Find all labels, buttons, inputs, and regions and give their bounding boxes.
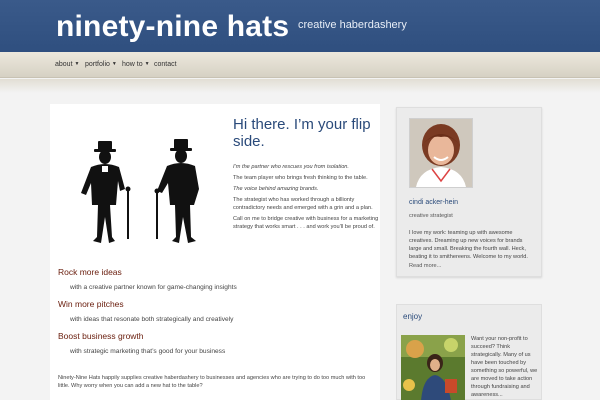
section-text-rock: with a creative partner known for game-c… — [70, 284, 237, 291]
intro-line: I’m the partner who rescues you from iso… — [233, 164, 349, 170]
intro-line: The strategist who has worked through a … — [233, 197, 373, 211]
section-text-win: with ideas that resonate both strategica… — [70, 316, 234, 323]
chevron-down-icon: ▼ — [111, 61, 117, 67]
intro-line: The voice behind amazing brands. — [233, 186, 319, 192]
section-heading-rock: Rock more ideas — [58, 267, 122, 277]
profile-widget: cindi acker-hein creative strategist I l… — [396, 107, 542, 277]
site-header: ninety-nine hats creative haberdashery — [0, 0, 600, 52]
intro-line: Call on me to bridge creative with busin… — [233, 216, 379, 230]
avatar — [409, 118, 473, 188]
profile-bio: I love my work: teaming up with awesome … — [409, 230, 528, 260]
nav-item-contact[interactable]: contact — [154, 61, 177, 68]
site-title[interactable]: ninety-nine hats — [56, 10, 289, 44]
intro-text: I’m the partner who rescues you from iso… — [233, 163, 383, 234]
page-headline: Hi there. I’m your flip side. — [233, 116, 371, 150]
nav-item-portfolio[interactable]: portfolio ▼ — [85, 61, 117, 68]
site-tagline: creative haberdashery — [298, 19, 407, 31]
chevron-down-icon: ▼ — [144, 61, 150, 67]
profile-name: cindi acker-hein — [409, 199, 459, 206]
nav-shadow — [0, 79, 600, 93]
section-heading-boost: Boost business growth — [58, 331, 144, 341]
enjoy-title: enjoy — [403, 312, 423, 321]
section-heading-win: Win more pitches — [58, 299, 124, 309]
read-more-link[interactable]: Read more... — [409, 263, 441, 269]
section-text-boost: with strategic marketing that’s good for… — [70, 348, 226, 355]
enjoy-widget: enjoy Want your non-profit to succeed? T… — [396, 304, 542, 400]
gentlemen-silhouette-image — [58, 119, 228, 259]
chevron-down-icon: ▼ — [74, 61, 80, 67]
footer-intro-text: Ninety-Nine Hats happily supplies creati… — [58, 375, 366, 389]
profile-role: creative strategist — [409, 213, 453, 219]
enjoy-photo[interactable] — [401, 335, 465, 400]
nav-item-how-to[interactable]: how to ▼ — [122, 61, 150, 68]
nav-item-about[interactable]: about ▼ — [55, 61, 79, 68]
intro-line: The team player who brings fresh thinkin… — [233, 175, 368, 181]
main-nav: about ▼ portfolio ▼ how to ▼ contact — [0, 52, 600, 78]
enjoy-text: Want your non-profit to succeed? Think s… — [471, 336, 538, 398]
